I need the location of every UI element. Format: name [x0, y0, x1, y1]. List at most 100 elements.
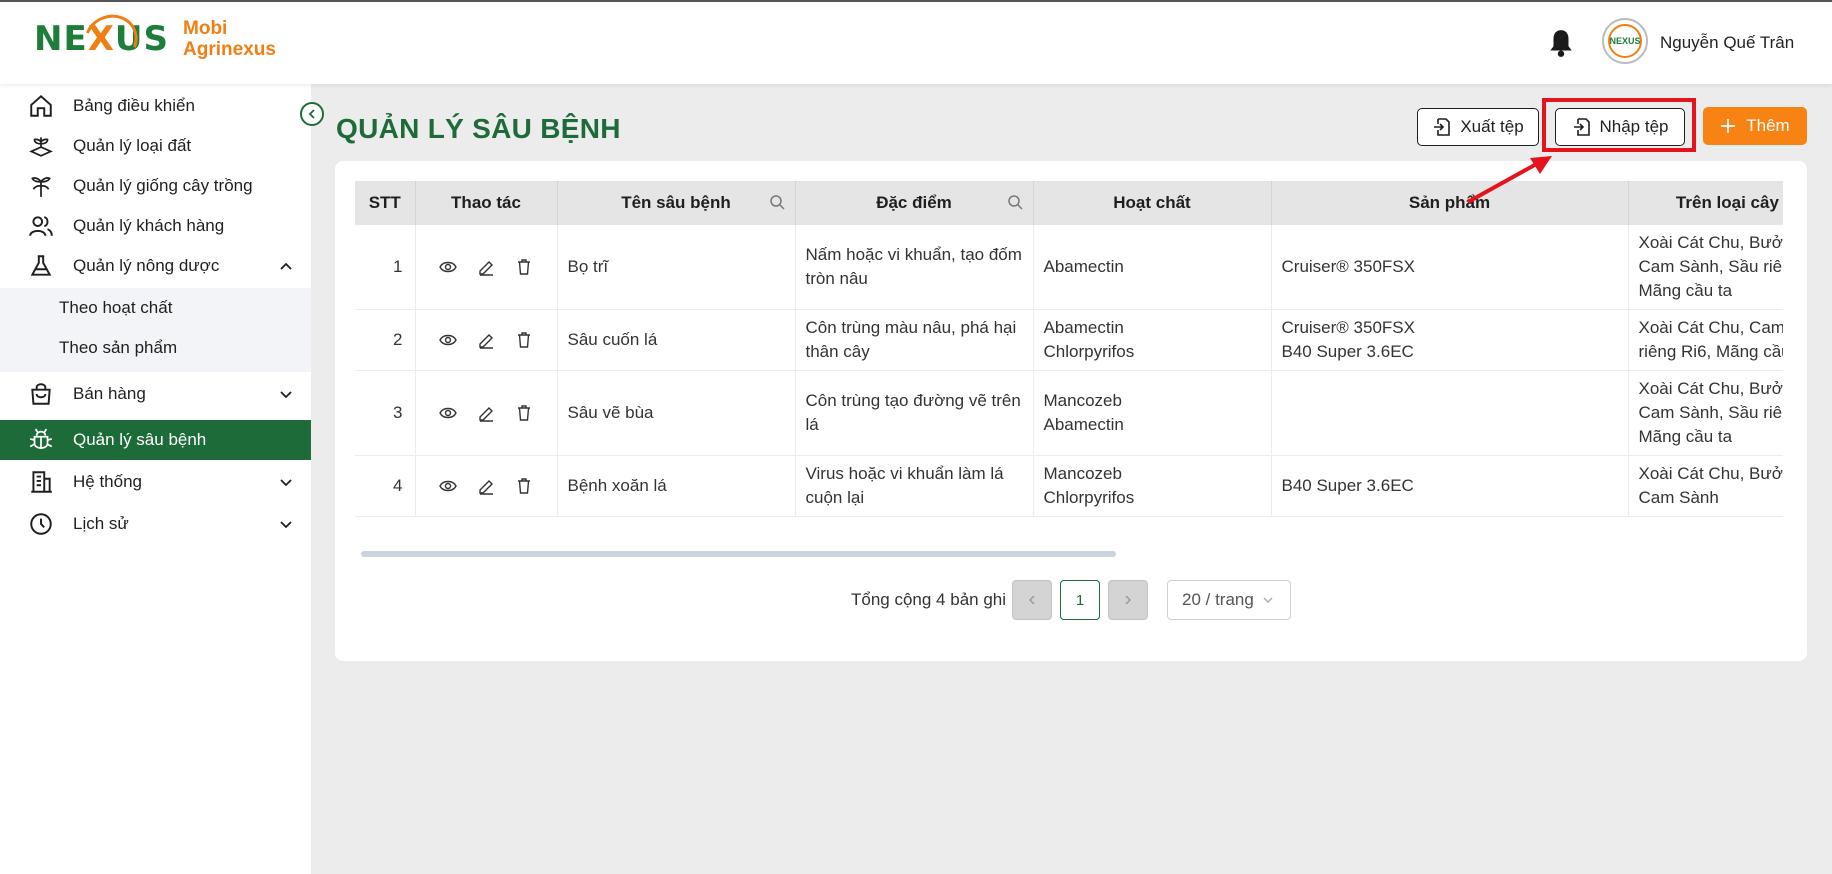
chevron-down-icon[interactable] [278, 386, 294, 402]
page-title: QUẢN LÝ SÂU BỆNH [336, 113, 621, 144]
sidebar-item-system[interactable]: Hệ thống [0, 462, 311, 502]
plus-icon [1721, 119, 1736, 133]
view-icon[interactable] [439, 258, 457, 276]
horizontal-scrollbar[interactable] [361, 551, 1116, 557]
edit-icon[interactable] [477, 331, 495, 349]
users-icon [29, 216, 53, 237]
cell-actions [415, 225, 558, 310]
table-row[interactable]: 4 Bệnh xoăn lá Virus hoặc vi khuẩn làm lá c… [355, 455, 1783, 517]
column-header-actions: Thao tác [415, 181, 558, 225]
cell-crop-types: Xoài Cát Chu, Cam riêng Ri6, Mãng cầu [1628, 309, 1783, 371]
column-header-product: Sản phẩm [1271, 181, 1629, 225]
cell-pest-name: Bọ trĩ [557, 225, 796, 310]
chevron-down-icon [1263, 597, 1273, 603]
sidebar: Bảng điều khiển Quản lý loại đất Quản lý… [0, 84, 311, 874]
chevron-down-icon[interactable] [278, 474, 294, 490]
cell-pest-name: Sâu cuốn lá [557, 309, 796, 371]
cell-pest-name: Sâu vẽ bùa [557, 370, 796, 456]
cell-actions [415, 455, 558, 517]
sidebar-collapse-button[interactable] [300, 102, 324, 126]
column-header-characteristics: Đặc điểm [795, 181, 1034, 225]
user-avatar[interactable]: NEXUS [1602, 18, 1648, 64]
cell-crop-types: Xoài Cát Chu, BưởiCam Sành, Sầu riêngMãn… [1628, 370, 1783, 456]
annotation-arrow [1467, 156, 1552, 204]
notification-bell-icon[interactable] [1548, 28, 1574, 58]
chevron-up-icon[interactable] [278, 258, 294, 274]
pagination-next-button[interactable] [1108, 580, 1148, 620]
file-export-icon [1434, 118, 1451, 136]
cell-active-ingredient: Abamectin [1033, 225, 1272, 310]
pesticides-submenu: Theo hoạt chất Theo sản phẩm [0, 288, 311, 372]
chevron-left-icon [1028, 595, 1035, 605]
sidebar-item-history[interactable]: Lịch sử [0, 504, 311, 544]
plant-icon [31, 177, 51, 197]
pests-table: STT Thao tác Tên sâu bệnh Đặc điểm Hoạt … [355, 181, 1783, 517]
cell-characteristics: Nấm hoặc vi khuẩn, tạo đốm tròn nâu [795, 225, 1034, 310]
cell-active-ingredient: Mancozeb Abamectin [1033, 370, 1272, 456]
search-icon[interactable] [1007, 194, 1023, 210]
building-icon [31, 471, 52, 493]
annotation-highlight-box [1542, 98, 1696, 152]
submenu-item-by-active-ingredient[interactable]: Theo hoạt chất [59, 298, 172, 318]
cell-characteristics: Virus hoặc vi khuẩn làm lá cuộn lại [795, 455, 1034, 517]
logo-text: Mobi Agrinexus [183, 18, 276, 60]
table-row[interactable]: 3 Sâu vẽ bùa Côn trùng tạo đường vẽ trên lá… [355, 370, 1783, 456]
view-icon[interactable] [439, 477, 457, 495]
table-row[interactable]: 1 Bọ trĩ Nấm hoặc vi khuẩn, tạo đốm tròn nâ… [355, 225, 1783, 310]
pagination-prev-button[interactable] [1012, 580, 1052, 620]
sidebar-item-plant-varieties[interactable]: Quản lý giống cây trồng [0, 166, 311, 206]
app-header: NEXUS Mobi Agrinexus NEXUS Nguyễn Quế Tr… [0, 2, 1832, 84]
chevron-right-icon [1125, 595, 1132, 605]
pagination-page-1[interactable]: 1 [1060, 580, 1100, 620]
shopping-bag-icon [31, 383, 51, 405]
cell-actions [415, 370, 558, 456]
sidebar-item-pests[interactable]: Quản lý sâu bệnh [0, 420, 311, 460]
cell-characteristics: Côn trùng tạo đường vẽ trên lá [795, 370, 1034, 456]
column-header-stt: STT [355, 181, 416, 225]
sidebar-item-soil[interactable]: Quản lý loại đất [0, 126, 311, 166]
logo-wordmark: NEXUS [34, 5, 169, 75]
sidebar-item-customers[interactable]: Quản lý khách hàng [0, 206, 311, 246]
bug-icon [29, 428, 53, 449]
app-logo[interactable]: NEXUS Mobi Agrinexus [34, 5, 276, 75]
view-icon[interactable] [439, 331, 457, 349]
column-header-crop-types: Trên loại cây trồng [1628, 181, 1783, 225]
export-file-button[interactable]: Xuất tệp [1417, 108, 1539, 146]
chevron-left-icon [308, 109, 315, 119]
cell-stt: 3 [355, 370, 416, 456]
cell-pest-name: Bệnh xoăn lá [557, 455, 796, 517]
column-header-active-ingredient: Hoạt chất [1033, 181, 1272, 225]
cell-stt: 1 [355, 225, 416, 310]
cell-active-ingredient: Mancozeb Chlorpyrifos [1033, 455, 1272, 517]
add-button[interactable]: Thêm [1703, 107, 1807, 145]
page-size-select[interactable]: 20 / trang [1167, 580, 1291, 620]
cell-crop-types: Xoài Cát Chu, Bưởi Cam Sành [1628, 455, 1783, 517]
sidebar-item-dashboard[interactable]: Bảng điều khiển [0, 86, 311, 126]
clock-icon [30, 513, 52, 535]
delete-icon[interactable] [515, 258, 533, 276]
edit-icon[interactable] [477, 258, 495, 276]
sidebar-item-sales[interactable]: Bán hàng [0, 374, 311, 414]
edit-icon[interactable] [477, 404, 495, 422]
sidebar-item-pesticides[interactable]: Quản lý nông dược [0, 246, 311, 286]
pests-table-container[interactable]: STT Thao tác Tên sâu bệnh Đặc điểm Hoạt … [355, 181, 1783, 561]
submenu-item-by-product[interactable]: Theo sản phẩm [59, 338, 177, 358]
cell-actions [415, 309, 558, 371]
home-icon [30, 94, 52, 117]
chevron-down-icon[interactable] [278, 516, 294, 532]
edit-icon[interactable] [477, 477, 495, 495]
total-records: Tổng cộng 4 bản ghi [851, 590, 1007, 609]
cell-product: Cruiser® 350FSX B40 Super 3.6EC [1271, 309, 1629, 371]
delete-icon[interactable] [515, 331, 533, 349]
view-icon[interactable] [439, 404, 457, 422]
cell-stt: 2 [355, 309, 416, 371]
delete-icon[interactable] [515, 477, 533, 495]
column-header-pest-name: Tên sâu bệnh [557, 181, 796, 225]
delete-icon[interactable] [515, 404, 533, 422]
search-icon[interactable] [769, 194, 785, 210]
user-name[interactable]: Nguyễn Quế Trân [1660, 33, 1794, 53]
cell-crop-types: Xoài Cát Chu, BưởiCam Sành, Sầu riêngMãn… [1628, 225, 1783, 310]
main-content: QUẢN LÝ SÂU BỆNH Xuất tệp Nhập tệp Thêm … [311, 84, 1832, 874]
table-row[interactable]: 2 Sâu cuốn lá Côn trùng màu nâu, phá hại th… [355, 309, 1783, 371]
cell-active-ingredient: Abamectin Chlorpyrifos [1033, 309, 1272, 371]
